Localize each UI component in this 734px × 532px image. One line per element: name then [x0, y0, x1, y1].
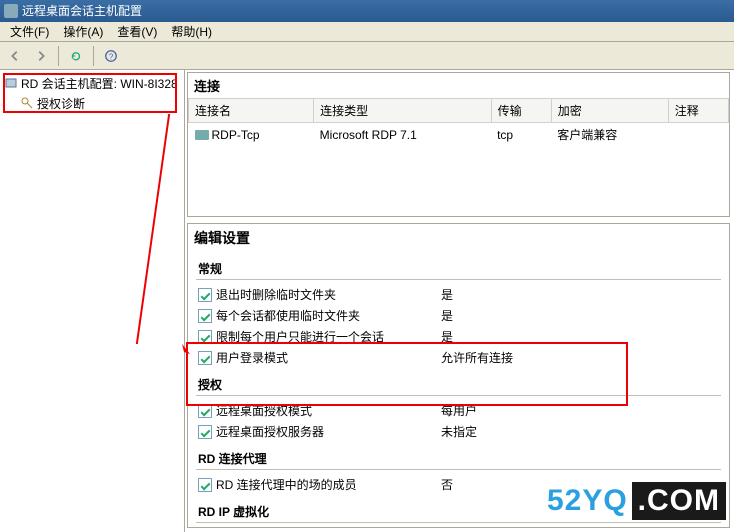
main-area: RD 会话主机配置: WIN-8I328 授权诊断 连接 连接名 连接类型 传输…: [0, 70, 734, 532]
col-encryption[interactable]: 加密: [551, 99, 668, 123]
group-general-title: 常规: [188, 256, 729, 279]
setting-row[interactable]: 远程桌面授权服务器未指定: [188, 421, 729, 442]
content-pane: 连接 连接名 连接类型 传输 加密 注释 RDP-Tcp Microsoft R…: [185, 70, 734, 532]
col-comment[interactable]: 注释: [668, 99, 728, 123]
cell-type: Microsoft RDP 7.1: [314, 123, 491, 147]
setting-value: 是: [441, 307, 719, 324]
app-icon: [4, 4, 18, 18]
setting-value: 未指定: [441, 423, 719, 440]
table-row[interactable]: RDP-Tcp Microsoft RDP 7.1 tcp 客户端兼容: [189, 123, 729, 147]
setting-value: 是: [441, 328, 719, 345]
group-broker-title: RD 连接代理: [188, 446, 729, 469]
connection-icon: [195, 130, 209, 140]
divider: [196, 522, 721, 523]
menu-help[interactable]: 帮助(H): [165, 21, 218, 42]
annotation-arrow: [180, 342, 196, 358]
property-icon: [198, 351, 212, 365]
setting-label: 退出时删除临时文件夹: [216, 286, 441, 303]
col-name[interactable]: 连接名: [189, 99, 314, 123]
server-icon: [4, 76, 18, 90]
setting-label: 远程桌面授权服务器: [216, 423, 441, 440]
menu-file[interactable]: 文件(F): [4, 21, 55, 42]
setting-value: 是: [441, 286, 719, 303]
setting-row[interactable]: 远程桌面授权模式每用户: [188, 400, 729, 421]
tree-root[interactable]: RD 会话主机配置: WIN-8I328: [4, 74, 180, 92]
property-icon: [198, 288, 212, 302]
setting-row[interactable]: IP 虚拟化未启用: [188, 527, 729, 528]
cell-name: RDP-Tcp: [212, 128, 260, 142]
setting-row[interactable]: 限制每个用户只能进行一个会话是: [188, 326, 729, 347]
menubar: 文件(F) 操作(A) 查看(V) 帮助(H): [0, 22, 734, 42]
watermark-blue: 52YQ: [547, 484, 628, 518]
setting-label: 用户登录模式: [216, 349, 441, 366]
titlebar: 远程桌面会话主机配置: [0, 0, 734, 22]
connections-table: 连接名 连接类型 传输 加密 注释 RDP-Tcp Microsoft RDP …: [188, 98, 729, 146]
property-icon: [198, 330, 212, 344]
cell-encryption: 客户端兼容: [551, 123, 668, 147]
tree-pane: RD 会话主机配置: WIN-8I328 授权诊断: [0, 70, 185, 532]
property-icon: [198, 309, 212, 323]
setting-row[interactable]: 退出时删除临时文件夹是: [188, 284, 729, 305]
cell-transport: tcp: [491, 123, 551, 147]
divider: [196, 395, 721, 396]
setting-row[interactable]: 每个会话都使用临时文件夹是: [188, 305, 729, 326]
key-icon: [20, 96, 34, 110]
tree-child-label: 授权诊断: [37, 95, 85, 112]
setting-label: 每个会话都使用临时文件夹: [216, 307, 441, 324]
col-type[interactable]: 连接类型: [314, 99, 491, 123]
toolbar-separator: [58, 46, 59, 66]
back-button[interactable]: [4, 45, 26, 67]
property-icon: [198, 425, 212, 439]
col-transport[interactable]: 传输: [491, 99, 551, 123]
toolbar: ?: [0, 42, 734, 70]
toolbar-separator: [93, 46, 94, 66]
svg-text:?: ?: [109, 52, 114, 61]
setting-label: RD 连接代理中的场的成员: [216, 476, 441, 493]
help-button[interactable]: ?: [100, 45, 122, 67]
window-title: 远程桌面会话主机配置: [22, 0, 142, 22]
tree-child[interactable]: 授权诊断: [4, 94, 180, 112]
menu-view[interactable]: 查看(V): [111, 21, 163, 42]
settings-header: 编辑设置: [188, 224, 729, 252]
group-licensing-title: 授权: [188, 372, 729, 395]
property-icon: [198, 404, 212, 418]
setting-value: 允许所有连接: [441, 349, 719, 366]
setting-label: 限制每个用户只能进行一个会话: [216, 328, 441, 345]
property-icon: [198, 478, 212, 492]
divider: [196, 279, 721, 280]
refresh-button[interactable]: [65, 45, 87, 67]
setting-value: 每用户: [441, 402, 719, 419]
divider: [196, 469, 721, 470]
cell-comment: [668, 123, 728, 147]
watermark-black: .COM: [632, 482, 726, 520]
menu-action[interactable]: 操作(A): [57, 21, 109, 42]
tree-root-label: RD 会话主机配置: WIN-8I328: [21, 75, 178, 92]
watermark: 52YQ .COM: [547, 482, 726, 520]
connections-header: 连接: [188, 73, 729, 98]
forward-button[interactable]: [30, 45, 52, 67]
setting-label: 远程桌面授权模式: [216, 402, 441, 419]
connections-section: 连接 连接名 连接类型 传输 加密 注释 RDP-Tcp Microsoft R…: [187, 72, 730, 217]
setting-row[interactable]: 用户登录模式允许所有连接: [188, 347, 729, 368]
